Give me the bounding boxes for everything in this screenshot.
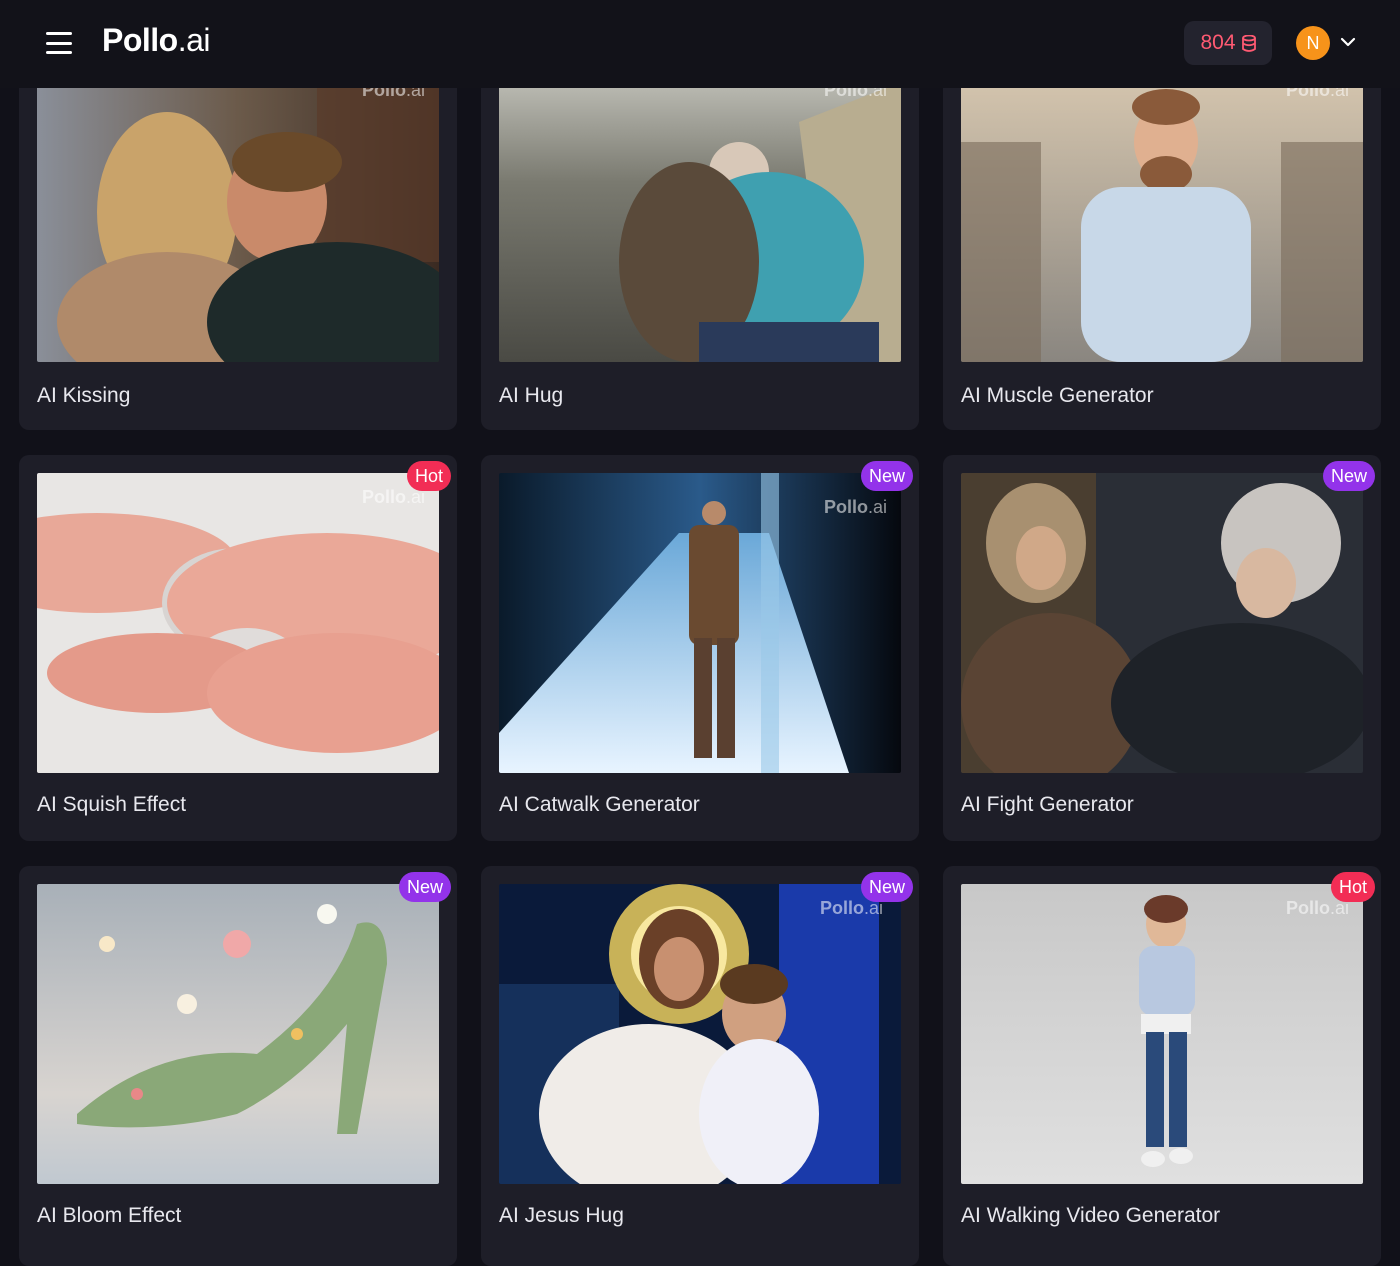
watermark: Pollo.ai [823,497,887,517]
effect-thumbnail: Pollo.ai [499,62,901,362]
effect-title: AI Bloom Effect [37,1204,182,1227]
new-badge: New [860,461,913,491]
effect-card-ai-jesus-hug[interactable]: Pollo.ai New AI Jesus Hug [481,866,919,1266]
effect-thumbnail: Pollo.ai [499,473,901,773]
effect-title: AI Walking Video Generator [961,1204,1221,1227]
effect-card-ai-bloom-effect[interactable]: New AI Bloom Effect [19,866,457,1266]
effects-grid: Pollo.ai AI Kissing Pollo.ai AI Hug Poll… [0,0,1400,1266]
effect-title: AI Jesus Hug [499,1204,624,1227]
effect-card-ai-fight-generator[interactable]: New AI Fight Generator [943,455,1381,841]
effect-card-ai-catwalk-generator[interactable]: Pollo.ai New AI Catwalk Generator [481,455,919,841]
new-badge: New [1322,461,1375,491]
effect-thumbnail: Pollo.ai [961,62,1363,362]
effect-card-ai-hug[interactable]: Pollo.ai AI Hug [481,44,919,430]
effect-title: AI Catwalk Generator [499,793,700,816]
effect-title: AI Fight Generator [961,793,1134,816]
effect-title: AI Hug [499,384,564,407]
effect-card-ai-kissing[interactable]: Pollo.ai AI Kissing [19,44,457,430]
chevron-down-icon[interactable] [1340,36,1356,48]
effect-thumbnail: Pollo.ai [499,884,901,1184]
coin-stack-icon [1241,34,1256,52]
effect-thumbnail [37,884,439,1184]
effect-thumbnail [961,473,1363,773]
hot-badge: Hot [406,461,451,491]
top-navigation-bar: Pollo.ai 804 N [0,0,1400,88]
effect-card-ai-walking-video-generator[interactable]: Pollo.ai Hot AI Walking Video Generator [943,866,1381,1266]
new-badge: New [398,872,451,902]
effect-title: AI Muscle Generator [961,384,1154,407]
pollo-logo[interactable]: Pollo.ai [102,22,211,59]
new-badge: New [860,872,913,902]
watermark: Pollo.ai [361,487,425,507]
user-avatar[interactable]: N [1296,26,1330,60]
hamburger-menu-icon[interactable] [46,32,72,54]
hot-badge: Hot [1330,872,1375,902]
effect-card-ai-muscle-generator[interactable]: Pollo.ai AI Muscle Generator [943,44,1381,430]
effect-thumbnail: Pollo.ai [37,473,439,773]
effect-thumbnail: Pollo.ai [961,884,1363,1184]
credits-balance-button[interactable]: 804 [1184,21,1272,65]
effect-title: AI Kissing [37,384,131,407]
credits-count: 804 [1200,31,1236,54]
effect-title: AI Squish Effect [37,793,187,816]
effect-thumbnail: Pollo.ai [37,62,439,362]
effect-card-ai-squish-effect[interactable]: Pollo.ai Hot AI Squish Effect [19,455,457,841]
watermark: Pollo.ai [1285,898,1349,918]
